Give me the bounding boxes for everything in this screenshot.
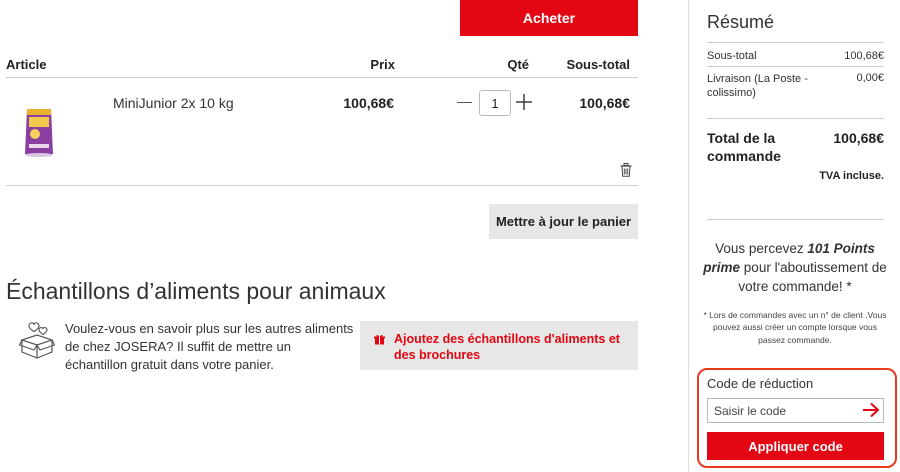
points-text-after: pour l'aboutissement de votre commande! … xyxy=(738,259,887,294)
reward-points-message: Vous percevez 101 Points prime pour l'ab… xyxy=(700,240,890,297)
add-samples-label: Ajoutez des échantillons d'aliments et d… xyxy=(394,332,620,362)
tax-note: TVA incluse. xyxy=(819,170,884,182)
divider xyxy=(707,219,884,220)
gift-box-icon xyxy=(19,322,55,359)
product-price: 100,68€ xyxy=(343,95,394,111)
divider xyxy=(707,118,884,119)
gift-icon xyxy=(374,334,385,345)
promo-code-input[interactable] xyxy=(707,398,884,423)
arrow-right-icon[interactable] xyxy=(862,402,880,418)
minus-icon xyxy=(456,101,472,103)
summary-title: Résumé xyxy=(707,12,775,32)
samples-description: Voulez-vous en savoir plus sur les autre… xyxy=(65,321,354,373)
summary-subtotal-label: Sous-total xyxy=(707,50,757,62)
points-text-before: Vous percevez xyxy=(715,241,808,256)
column-header-subtotal: Sous-total xyxy=(566,57,630,72)
trash-icon[interactable] xyxy=(620,163,632,177)
product-image[interactable] xyxy=(23,106,55,158)
summary-shipping-label: Livraison (La Poste - colissimo) xyxy=(707,73,808,100)
samples-title: Échantillons d’aliments pour animaux xyxy=(6,278,386,304)
summary-shipping-value: 0,00€ xyxy=(856,72,884,84)
summary-shipping-row: Livraison (La Poste - colissimo) 0,00€ xyxy=(707,72,884,101)
order-total-label: Total de la commande xyxy=(707,130,781,164)
summary-panel-border xyxy=(688,0,689,472)
qty-input[interactable] xyxy=(479,90,511,116)
plus-icon[interactable] xyxy=(515,92,533,112)
column-header-price: Prix xyxy=(370,57,395,72)
column-header-qty: Qté xyxy=(507,57,529,72)
divider xyxy=(6,185,638,186)
add-samples-button[interactable]: Ajoutez des échantillons d'aliments et d… xyxy=(360,321,638,370)
qty-decrease-button[interactable] xyxy=(456,92,472,112)
update-cart-button[interactable]: Mettre à jour le panier xyxy=(489,204,638,239)
summary-subtotal-value: 100,68€ xyxy=(844,50,884,62)
summary-subtotal-row: Sous-total 100,68€ xyxy=(707,50,884,62)
points-footnote: * Lors de commandes avec un n° de client… xyxy=(703,310,887,345)
product-subtotal: 100,68€ xyxy=(579,95,630,111)
order-total-value: 100,68€ xyxy=(833,130,884,146)
divider xyxy=(707,42,884,43)
divider xyxy=(707,66,884,67)
promo-label: Code de réduction xyxy=(707,376,814,391)
product-name[interactable]: MiniJunior 2x 10 kg xyxy=(113,95,234,111)
buy-button[interactable]: Acheter xyxy=(460,0,638,36)
apply-code-button[interactable]: Appliquer code xyxy=(707,432,884,460)
column-header-article: Article xyxy=(6,57,47,72)
divider xyxy=(6,77,638,78)
